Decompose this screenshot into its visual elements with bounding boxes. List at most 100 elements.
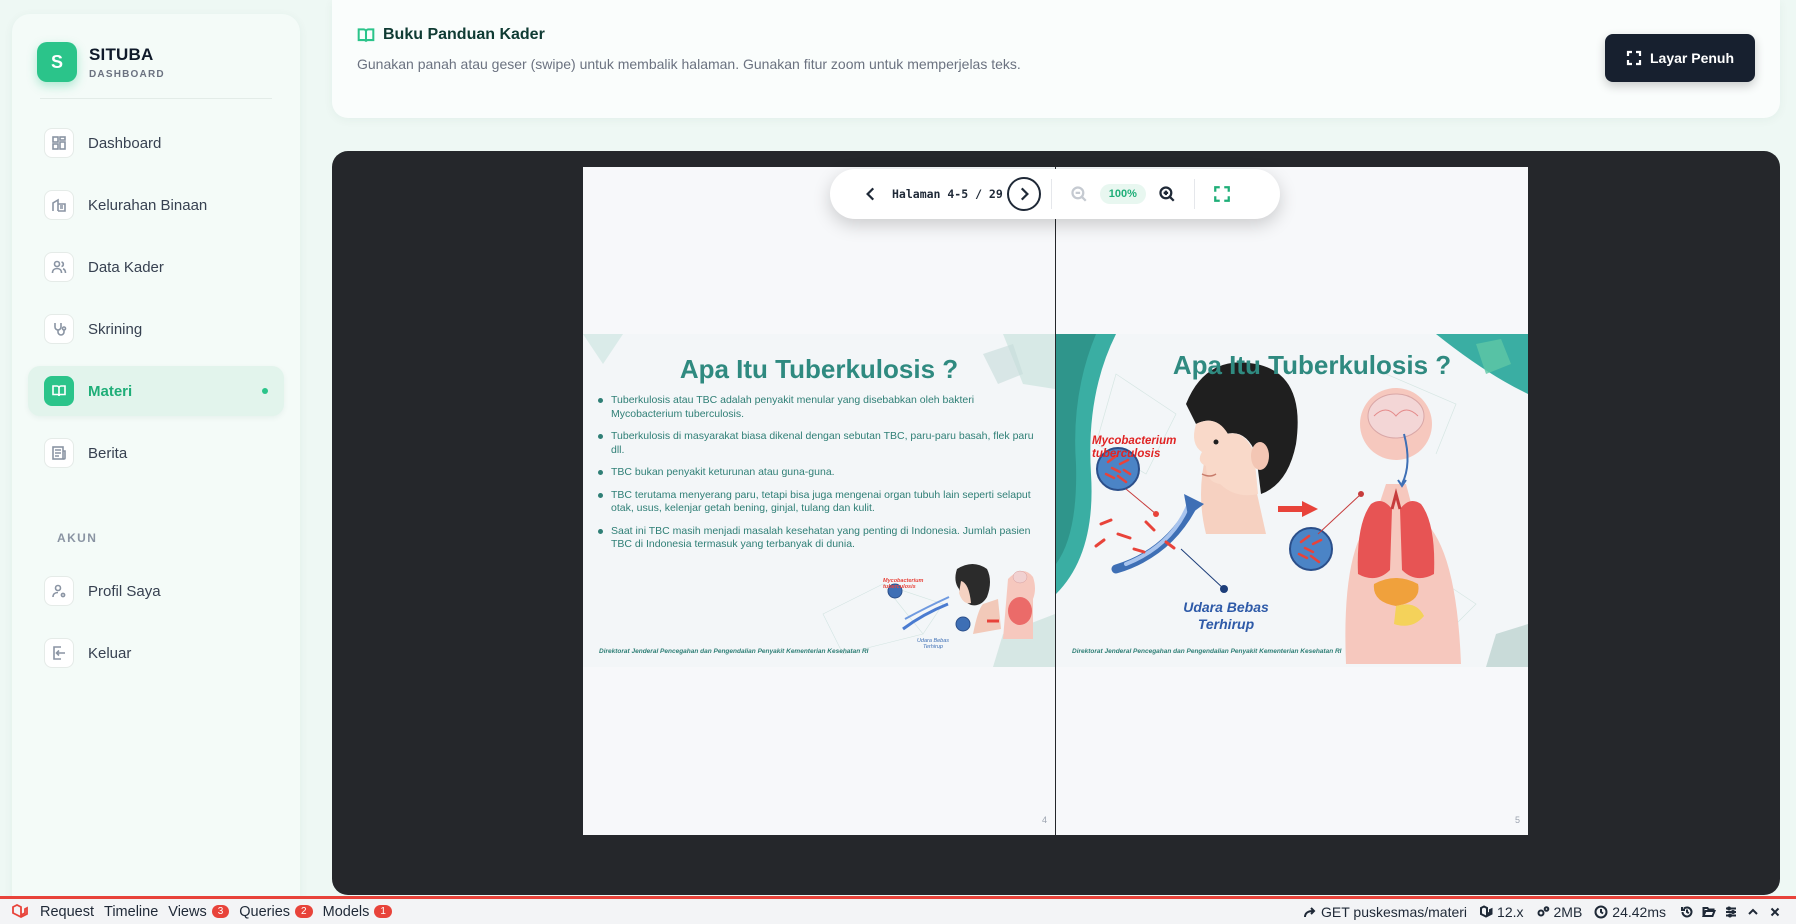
brand-name: SITUBA	[89, 44, 154, 64]
share-arrow-icon	[1304, 906, 1316, 917]
debug-tab-label: Queries	[239, 903, 291, 920]
page-description: Gunakan panah atau geser (swipe) untuk m…	[357, 56, 1021, 72]
mini-label-bacteria: Mycobacterium tuberculosis	[883, 578, 924, 590]
active-indicator-dot	[262, 388, 268, 394]
sidebar-item-label: Skrining	[88, 320, 143, 338]
tb-infection-illustration	[1056, 334, 1528, 667]
sidebar-item-keluar[interactable]: Keluar	[28, 628, 284, 678]
settings-sliders-icon[interactable]	[1722, 905, 1744, 919]
brand-subtitle: DASHBOARD	[89, 68, 165, 80]
book-open-icon	[357, 28, 375, 42]
brand[interactable]: S SITUBA DASHBOARD	[37, 42, 165, 82]
slide-left: Apa Itu Tuberkulosis ? Tuberkulosis atau…	[583, 334, 1055, 667]
sidebar-item-label: Data Kader	[88, 258, 164, 276]
debug-tab-request[interactable]: Request	[40, 904, 94, 920]
clock-icon	[1594, 905, 1608, 918]
header-card: Buku Panduan Kader Gunakan panah atau ge…	[332, 0, 1780, 118]
brand-divider	[40, 98, 272, 99]
slide-bullet: Saat ini TBC masih menjadi masalah keseh…	[597, 525, 1037, 552]
next-page-button[interactable]	[1006, 177, 1041, 211]
sidebar-item-berita[interactable]: Berita	[28, 428, 284, 478]
fullscreen-button[interactable]: Layar Penuh	[1605, 34, 1755, 82]
book-page-left[interactable]: Apa Itu Tuberkulosis ? Tuberkulosis atau…	[583, 167, 1055, 835]
sidebar-item-label: Dashboard	[88, 134, 162, 152]
page-title-text: Buku Panduan Kader	[383, 26, 545, 43]
debug-time-text: 24.42ms	[1612, 903, 1666, 920]
sidebar-item-skrining[interactable]: Skrining	[28, 304, 284, 354]
slide-bullet: Tuberkulosis di masyarakat biasa dikenal…	[597, 430, 1037, 457]
sidebar-item-profil-saya[interactable]: Profil Saya	[28, 566, 284, 616]
zoom-in-icon	[1159, 186, 1175, 202]
debug-tab-models[interactable]: Models 1	[323, 904, 392, 920]
count-badge: 3	[211, 905, 230, 918]
debug-tab-queries[interactable]: Queries 2	[239, 903, 313, 920]
label-bacteria: Mycobacterium tuberculosis	[1092, 435, 1177, 460]
main-nav: Dashboard Kelurahan Binaan Data Kader Sk…	[28, 118, 284, 490]
debug-stats: GET puskesmas/materi 12.x 2MB 24.42ms	[1303, 904, 1796, 920]
chevron-up-icon[interactable]	[1744, 905, 1766, 919]
sidebar-item-dashboard[interactable]: Dashboard	[28, 118, 284, 168]
debug-tab-views[interactable]: Views 3	[168, 903, 230, 920]
flipbook-viewer: Apa Itu Tuberkulosis ? Tuberkulosis atau…	[332, 151, 1780, 895]
book-page-right[interactable]: Apa Itu Tuberkulosis ? Mycobacterium tub…	[1056, 167, 1528, 835]
debug-time: 24.42ms	[1594, 904, 1666, 920]
sidebar-item-data-kader[interactable]: Data Kader	[28, 242, 284, 292]
debug-tab-timeline[interactable]: Timeline	[104, 904, 158, 920]
flipbook[interactable]: Apa Itu Tuberkulosis ? Tuberkulosis atau…	[583, 167, 1528, 835]
debug-tab-label: Models	[322, 903, 370, 920]
page-number-left: 4	[1041, 815, 1047, 825]
fullscreen-button-label: Layar Penuh	[1649, 50, 1735, 66]
expand-icon	[1626, 50, 1642, 66]
toolbar-divider	[1193, 179, 1195, 209]
page-title: Buku Panduan Kader	[357, 26, 545, 44]
slide-right: Apa Itu Tuberkulosis ? Mycobacterium tub…	[1056, 334, 1528, 667]
zoom-level: 100%	[1099, 184, 1146, 204]
debug-route[interactable]: GET puskesmas/materi	[1303, 904, 1467, 920]
debug-memory-text: 2MB	[1553, 903, 1583, 920]
zoom-in-button[interactable]	[1150, 177, 1184, 211]
prev-page-button[interactable]	[854, 177, 888, 211]
debug-version: 12.x	[1479, 904, 1524, 920]
page-indicator: Halaman 4-5 / 29	[892, 187, 1003, 201]
sidebar-item-materi[interactable]: Materi	[28, 366, 284, 416]
users-icon	[44, 252, 74, 282]
sidebar-item-kelurahan-binaan[interactable]: Kelurahan Binaan	[28, 180, 284, 230]
history-icon[interactable]	[1678, 905, 1700, 919]
brand-logo: S	[37, 42, 77, 82]
debug-tab-label: Request	[40, 903, 95, 920]
debug-memory: 2MB	[1536, 903, 1583, 920]
slide-title-right: Apa Itu Tuberkulosis ?	[1172, 350, 1452, 380]
slide-bullet-list: Tuberkulosis atau TBC adalah penyakit me…	[597, 394, 1037, 561]
viewer-fullscreen-button[interactable]	[1205, 177, 1239, 211]
folder-open-icon[interactable]	[1700, 905, 1722, 919]
close-icon[interactable]	[1766, 905, 1788, 919]
debug-route-text: GET puskesmas/materi	[1321, 903, 1468, 920]
sidebar-item-label: Keluar	[88, 644, 132, 662]
sidebar-item-label: Materi	[88, 382, 133, 400]
user-settings-icon	[44, 576, 74, 606]
cogs-icon	[1537, 905, 1549, 916]
debug-tab-label: Timeline	[104, 903, 159, 920]
news-icon	[44, 438, 74, 468]
toolbar-divider	[1050, 179, 1052, 209]
slide-bullet: Tuberkulosis atau TBC adalah penyakit me…	[597, 394, 1037, 421]
logout-icon	[44, 638, 74, 668]
count-badge: 2	[295, 905, 313, 918]
book-icon	[44, 376, 74, 406]
slide-footer-right: Direktorat Jenderal Pencegahan dan Penge…	[1072, 648, 1342, 655]
laravel-version-icon	[1480, 904, 1493, 918]
slide-title-left: Apa Itu Tuberkulosis ?	[679, 354, 959, 384]
slide-footer-left: Direktorat Jenderal Pencegahan dan Penge…	[599, 648, 869, 655]
page-number-right: 5	[1514, 815, 1520, 825]
chevron-right-icon	[1020, 187, 1029, 201]
chevron-left-icon	[866, 187, 875, 201]
stethoscope-icon	[44, 314, 74, 344]
dashboard-icon	[44, 128, 74, 158]
zoom-out-button[interactable]	[1062, 177, 1096, 211]
account-nav: Profil Saya Keluar	[28, 566, 284, 690]
zoom-out-icon	[1071, 186, 1087, 202]
debug-tab-label: Views	[168, 903, 207, 920]
slide-bullet: TBC bukan penyakit keturunan atau guna-g…	[597, 466, 1037, 480]
laravel-logo-icon[interactable]	[0, 903, 40, 921]
count-badge: 1	[374, 905, 392, 918]
